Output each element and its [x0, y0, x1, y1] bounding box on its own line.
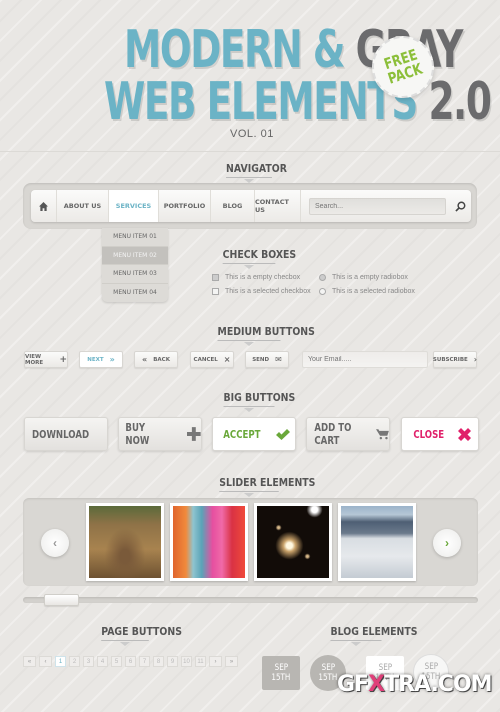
view-more-button[interactable]: VIEW MORE +	[24, 351, 68, 368]
plus-icon	[187, 427, 201, 441]
nav-item-services[interactable]: SERVICES	[109, 190, 159, 222]
radio-empty-label: This is a empty radiobox	[332, 274, 408, 281]
back-button[interactable]: « BACK	[134, 351, 178, 368]
last-page-button[interactable]: »	[225, 656, 238, 667]
slide-braids[interactable]	[170, 503, 248, 581]
chevron-right-icon: ›	[445, 536, 449, 550]
page-button[interactable]: 2	[69, 656, 80, 667]
navigator-heading: NAVIGATOR	[226, 162, 287, 183]
send-button[interactable]: SEND ✉	[245, 351, 289, 368]
accept-button[interactable]: ACCEPT	[212, 417, 296, 451]
nav-item-portfolio[interactable]: PORTFOLIO	[159, 190, 211, 222]
volume-label: VOL. 01	[230, 128, 274, 140]
header-divider	[0, 151, 500, 152]
search-button[interactable]	[453, 199, 467, 213]
double-chevron-right-icon: »	[109, 355, 115, 364]
services-dropdown-menu: MENU ITEM 01 MENU ITEM 02 MENU ITEM 03 M…	[102, 228, 168, 302]
page-button[interactable]: 4	[97, 656, 108, 667]
search-input[interactable]	[309, 197, 446, 215]
slider-scroll-track[interactable]	[23, 597, 478, 603]
cancel-button[interactable]: CANCEL ×	[190, 351, 234, 368]
search-icon	[454, 201, 465, 212]
slide-galaxy[interactable]	[254, 503, 332, 581]
double-chevron-left-icon: «	[142, 355, 148, 364]
envelope-icon: ✉	[275, 355, 282, 364]
dropdown-item[interactable]: MENU ITEM 03	[102, 265, 168, 284]
checkbox-selected-label: This is a selected checkbox	[225, 288, 311, 295]
chevron-left-icon: ‹	[53, 536, 57, 550]
page-button[interactable]: 8	[153, 656, 164, 667]
close-x-icon	[458, 427, 472, 441]
radio-empty-row[interactable]: This is a empty radiobox	[319, 274, 408, 281]
nav-item-blog[interactable]: BLOG	[211, 190, 255, 222]
checkbox-empty[interactable]	[212, 274, 219, 281]
shopping-cart-icon	[376, 428, 389, 439]
page-button[interactable]: 6	[125, 656, 136, 667]
prev-page-button[interactable]: ‹	[39, 656, 52, 667]
slide-motocross[interactable]	[86, 503, 164, 581]
email-input[interactable]	[302, 351, 428, 368]
slider-scroll-thumb[interactable]	[44, 594, 79, 606]
page-button[interactable]: 10	[181, 656, 192, 667]
nav-item-contact-us[interactable]: CONTACT US	[255, 190, 301, 222]
checkmark-icon	[275, 428, 290, 440]
page-button[interactable]: 11	[195, 656, 206, 667]
checkbox-selected-row[interactable]: This is a selected checkbox	[212, 288, 311, 295]
radio-selected-row[interactable]: This is a selected radiobox	[319, 288, 415, 295]
checkbox-empty-row[interactable]: This is a empty checbox	[212, 274, 300, 281]
slider-next-button[interactable]: ›	[433, 529, 461, 557]
arctic-landscape-photo	[341, 506, 413, 578]
colorful-braids-photo	[173, 506, 245, 578]
page-button-current[interactable]: 1	[55, 656, 66, 667]
title-line-2: WEB ELEMENTS 2.0	[104, 72, 492, 132]
subscribe-button[interactable]: SUBSCRIBE ›	[433, 351, 477, 368]
dropdown-item-active[interactable]: MENU ITEM 02	[102, 246, 168, 265]
home-icon	[39, 201, 48, 211]
watermark: GFXTRA.COM	[337, 672, 493, 697]
next-button[interactable]: NEXT »	[79, 351, 123, 368]
plus-icon: +	[59, 354, 67, 365]
date-badge-square: SEP 15TH	[262, 656, 300, 690]
next-page-button[interactable]: ›	[209, 656, 222, 667]
checkbox-empty-label: This is a empty checbox	[225, 274, 301, 281]
first-page-button[interactable]: «	[23, 656, 36, 667]
buy-now-button[interactable]: BUY NOW	[118, 417, 202, 451]
dropdown-item[interactable]: MENU ITEM 01	[102, 228, 168, 247]
blog-elements-heading: BLOG ELEMENTS	[331, 625, 417, 646]
page-button[interactable]: 5	[111, 656, 122, 667]
big-buttons-heading: BIG BUTTONS	[224, 391, 295, 412]
page-button[interactable]: 9	[167, 656, 178, 667]
galaxy-cluster-photo	[257, 506, 329, 578]
pagination: « ‹ 1 2 3 4 5 6 7 8 9 10 11 › »	[23, 656, 238, 667]
slider-prev-button[interactable]: ‹	[41, 529, 69, 557]
page-button[interactable]: 7	[139, 656, 150, 667]
add-to-cart-button[interactable]: ADD TO CART	[306, 417, 390, 451]
medium-buttons-heading: MEDIUM BUTTONS	[218, 325, 315, 346]
checkboxes-heading: CHECK BOXES	[223, 248, 296, 269]
hero-header: MODERN & GRAY WEB ELEMENTS 2.0 FREE PACK…	[0, 0, 500, 150]
chevron-right-icon: ›	[473, 355, 478, 364]
radio-empty[interactable]	[319, 274, 326, 281]
close-button[interactable]: CLOSE	[401, 417, 479, 451]
checkbox-selected[interactable]	[212, 288, 219, 295]
page-buttons-heading: PAGE BUTTONS	[101, 625, 182, 646]
slide-arctic[interactable]	[338, 503, 416, 581]
nav-item-about-us[interactable]: ABOUT US	[57, 190, 109, 222]
slider-heading: SLIDER ELEMENTS	[219, 476, 315, 497]
close-icon: ×	[223, 355, 231, 364]
radio-selected[interactable]	[319, 288, 326, 295]
radio-selected-label: This is a selected radiobox	[332, 288, 415, 295]
nav-home-button[interactable]	[31, 190, 57, 222]
download-button[interactable]: DOWNLOAD	[24, 417, 108, 451]
page-button[interactable]: 3	[83, 656, 94, 667]
motocross-photo	[89, 506, 161, 578]
navigator-bar: ABOUT US SERVICES PORTFOLIO BLOG CONTACT…	[31, 190, 471, 222]
dropdown-item[interactable]: MENU ITEM 04	[102, 284, 168, 303]
